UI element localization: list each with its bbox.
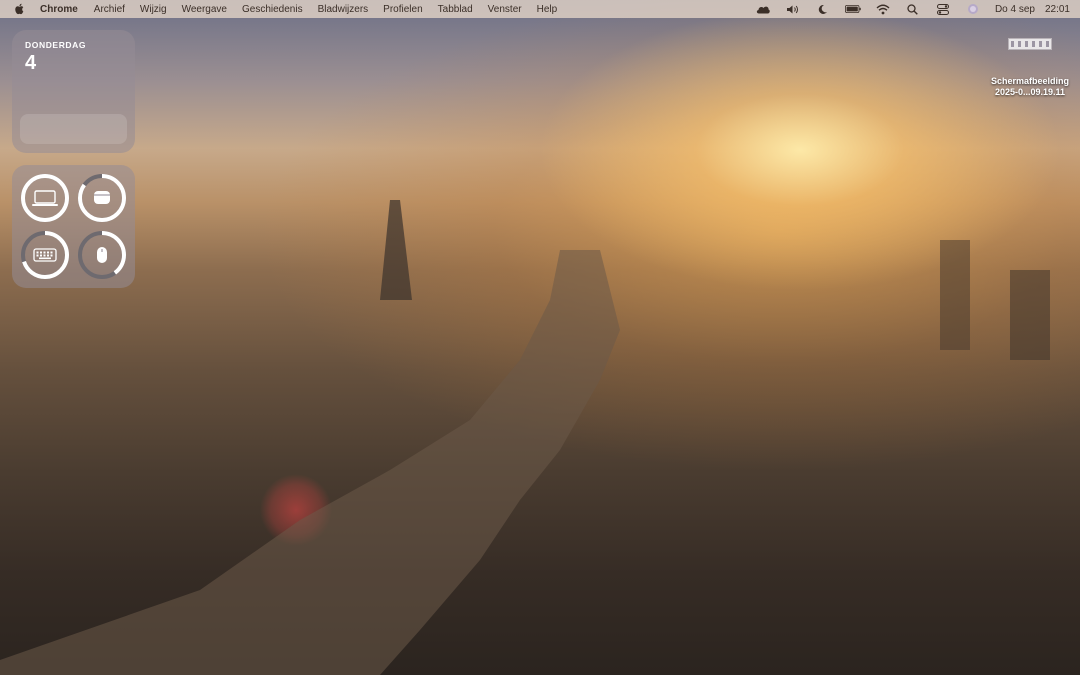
file-name-line2: 2025-0...09.19.11 <box>994 87 1066 97</box>
moon-icon[interactable] <box>815 3 831 15</box>
search-icon[interactable] <box>905 3 921 15</box>
calendar-widget[interactable]: DONDERDAG 4 <box>12 30 135 153</box>
calendar-weekday: DONDERDAG <box>25 40 87 50</box>
menu-venster[interactable]: Venster <box>488 4 522 15</box>
menubar-date[interactable]: Do 4 sep <box>995 4 1035 15</box>
menu-wijzig[interactable]: Wijzig <box>140 4 167 15</box>
menu-tabblad[interactable]: Tabblad <box>438 4 473 15</box>
keyboard-icon <box>33 248 57 262</box>
laptop-icon <box>32 190 58 206</box>
menu-geschiedenis[interactable]: Geschiedenis <box>242 4 303 15</box>
control-center-icon[interactable] <box>935 3 951 15</box>
battery-ring-mouse <box>78 231 126 279</box>
airpods-case-icon <box>94 191 110 204</box>
menu-bar: Chrome Archief Wijzig Weergave Geschiede… <box>0 0 1080 18</box>
battery-ring-airpods <box>78 174 126 222</box>
menubar-time[interactable]: 22:01 <box>1045 4 1070 15</box>
wifi-icon[interactable] <box>875 3 891 15</box>
mouse-icon <box>97 247 107 263</box>
menu-profielen[interactable]: Profielen <box>383 4 422 15</box>
menu-bladwijzers[interactable]: Bladwijzers <box>318 4 369 15</box>
menu-help[interactable]: Help <box>537 4 558 15</box>
siri-icon[interactable] <box>965 3 981 15</box>
battery-ring-laptop <box>21 174 69 222</box>
volume-icon[interactable] <box>785 3 801 15</box>
menu-archief[interactable]: Archief <box>94 4 125 15</box>
desktop-screenshot-file[interactable]: Schermafbeelding 2025-0...09.19.11 <box>980 38 1080 98</box>
wallpaper-city-scene <box>0 200 1050 675</box>
calendar-day-number: 4 <box>25 52 37 74</box>
menu-app-name[interactable]: Chrome <box>40 4 78 15</box>
cloud-icon[interactable] <box>755 3 771 15</box>
calendar-event-placeholder <box>20 114 127 144</box>
battery-ring-keyboard <box>21 231 69 279</box>
file-name-line1: Schermafbeelding <box>990 76 1070 86</box>
battery-icon[interactable] <box>844 3 861 15</box>
screenshot-thumbnail[interactable] <box>1008 38 1052 50</box>
apple-logo-icon[interactable] <box>14 3 26 15</box>
menu-weergave[interactable]: Weergave <box>182 4 227 15</box>
batteries-widget[interactable] <box>12 165 135 288</box>
